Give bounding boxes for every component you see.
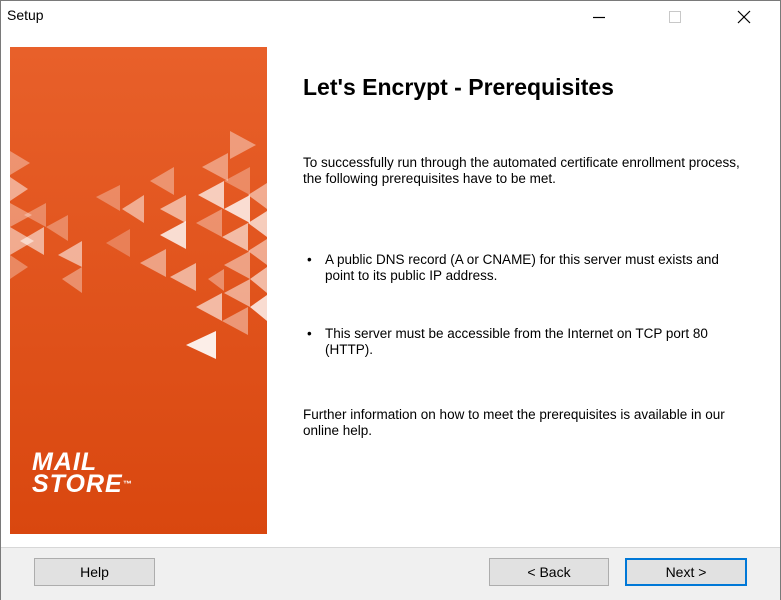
minimize-button[interactable] xyxy=(576,1,622,32)
close-icon xyxy=(737,10,751,23)
back-button[interactable]: < Back xyxy=(489,558,609,586)
logo-line-2: STORE xyxy=(32,470,123,498)
intro-text: To successfully run through the automate… xyxy=(303,155,740,186)
minimize-icon xyxy=(593,16,605,18)
title-bar: Setup xyxy=(1,1,780,32)
mailstore-logo: MAIL STORE™ xyxy=(32,450,133,498)
logo-trademark: ™ xyxy=(122,479,133,489)
next-button[interactable]: Next > xyxy=(625,558,747,586)
maximize-icon xyxy=(669,10,681,23)
page-heading: Let's Encrypt - Prerequisites xyxy=(303,74,614,100)
bullet-icon: • xyxy=(307,326,312,341)
list-item: • A public DNS record (A or CNAME) for t… xyxy=(303,252,743,286)
help-button[interactable]: Help xyxy=(34,558,155,586)
prerequisite-dns: A public DNS record (A or CNAME) for thi… xyxy=(325,252,719,283)
bullet-icon: • xyxy=(307,252,312,267)
list-item: • This server must be accessible from th… xyxy=(303,326,743,360)
close-button[interactable] xyxy=(721,1,767,32)
prerequisite-port: This server must be accessible from the … xyxy=(325,326,708,357)
setup-window: Setup MAIL STORE™ Let's Encrypt - Prereq… xyxy=(0,0,781,600)
maximize-button xyxy=(652,1,698,32)
help-info-text: Further information on how to meet the p… xyxy=(303,407,725,438)
window-title: Setup xyxy=(7,7,44,23)
sidebar-banner: MAIL STORE™ xyxy=(10,47,267,534)
